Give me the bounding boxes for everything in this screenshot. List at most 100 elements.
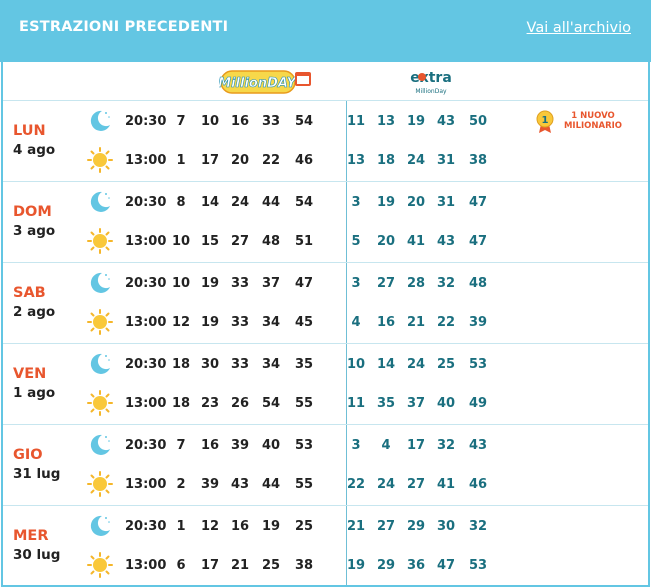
draw-time: 20:30: [125, 114, 167, 129]
extra-logo: extra MillionDay: [410, 70, 452, 95]
millionday-number: 54: [294, 195, 314, 210]
draw-time: 13:00: [125, 396, 167, 411]
extra-number: 27: [376, 519, 396, 534]
day-name: DOM: [13, 204, 52, 220]
millionday-number: 34: [261, 315, 281, 330]
draw-time: 13:00: [125, 153, 167, 168]
day-date: 31 lug: [13, 466, 61, 482]
extra-number: 11: [346, 396, 366, 411]
extra-number: 20: [376, 234, 396, 249]
millionday-number: 33: [230, 276, 250, 291]
extra-number: 39: [468, 315, 488, 330]
moon-icon: [87, 432, 113, 458]
day-block: SAB 2 ago 20:30 10 19 33 37 47 3 27 28 32 48 13:00 12 1…: [3, 262, 648, 344]
extra-number: 22: [436, 315, 456, 330]
day-name: GIO: [13, 447, 43, 463]
millionday-number: 33: [261, 114, 281, 129]
millionday-number: 19: [200, 315, 220, 330]
extra-number: 47: [468, 195, 488, 210]
extra-number: 13: [376, 114, 396, 129]
millionday-number: 12: [171, 315, 191, 330]
extra-number: 30: [436, 519, 456, 534]
millionday-number: 34: [261, 357, 281, 372]
day-block: GIO 31 lug 20:30 7 16 39 40 53 3 4 17 32 43 13:00 2 39 4…: [3, 424, 648, 506]
extra-number: 28: [406, 276, 426, 291]
extra-number: 21: [346, 519, 366, 534]
sun-icon: [87, 228, 113, 254]
extra-number: 43: [436, 114, 456, 129]
draws-table: MillionDAY extra MillionDay LUN 4 ago 20:3…: [1, 62, 650, 587]
millionday-number: 6: [176, 558, 186, 573]
millionday-number: 7: [176, 114, 186, 129]
millionday-number: 20: [230, 153, 250, 168]
extra-number: 22: [346, 477, 366, 492]
extra-number: 41: [406, 234, 426, 249]
svg-text:MillionDay: MillionDay: [415, 88, 447, 95]
extra-number: 11: [346, 114, 366, 129]
extra-number: 47: [468, 234, 488, 249]
day-name: MER: [13, 528, 49, 544]
archive-link[interactable]: Vai all'archivio: [527, 20, 631, 36]
millionday-number: 21: [230, 558, 250, 573]
extra-number: 32: [436, 438, 456, 453]
extra-number: 4: [381, 438, 391, 453]
extra-number: 40: [436, 396, 456, 411]
extra-number: 19: [346, 558, 366, 573]
extra-number: 29: [406, 519, 426, 534]
extra-number: 53: [468, 357, 488, 372]
extra-number: 17: [406, 438, 426, 453]
sun-icon: [87, 309, 113, 335]
sun-icon: [87, 147, 113, 173]
millionday-logo: MillionDAY: [219, 70, 311, 94]
millionday-number: 55: [294, 396, 314, 411]
millionday-number: 12: [200, 519, 220, 534]
millionday-number: 10: [171, 234, 191, 249]
extra-number: 3: [351, 438, 361, 453]
logos-row: MillionDAY extra MillionDay: [3, 62, 648, 100]
svg-text:1: 1: [542, 115, 549, 126]
millionday-number: 33: [230, 357, 250, 372]
widget-header: ESTRAZIONI PRECEDENTI Vai all'archivio: [0, 0, 651, 62]
draw-time: 20:30: [125, 276, 167, 291]
extra-number: 13: [346, 153, 366, 168]
draw-time: 20:30: [125, 519, 167, 534]
millionday-number: 7: [176, 438, 186, 453]
draw-time: 20:30: [125, 438, 167, 453]
millionday-number: 53: [294, 438, 314, 453]
draw-time: 13:00: [125, 477, 167, 492]
millionday-number: 26: [230, 396, 250, 411]
extra-number: 49: [468, 396, 488, 411]
millionday-number: 1: [176, 519, 186, 534]
moon-icon: [87, 189, 113, 215]
badge-text: 1 NUOVO MILIONARIO: [563, 111, 623, 131]
millionday-number: 8: [176, 195, 186, 210]
millionday-number: 15: [200, 234, 220, 249]
draw-time: 20:30: [125, 357, 167, 372]
millionday-number: 33: [230, 315, 250, 330]
millionday-number: 44: [261, 195, 281, 210]
millionday-number: 54: [294, 114, 314, 129]
extra-number: 3: [351, 195, 361, 210]
millionday-number: 47: [294, 276, 314, 291]
extra-number: 36: [406, 558, 426, 573]
extra-number: 24: [406, 153, 426, 168]
extra-number: 5: [351, 234, 361, 249]
extra-number: 27: [376, 276, 396, 291]
millionday-number: 39: [230, 438, 250, 453]
extra-number: 43: [436, 234, 456, 249]
extra-number: 37: [406, 396, 426, 411]
millionday-number: 46: [294, 153, 314, 168]
sun-icon: [87, 471, 113, 497]
millionday-number: 30: [200, 357, 220, 372]
millionday-number: 35: [294, 357, 314, 372]
svg-text:MillionDAY: MillionDAY: [219, 76, 297, 91]
extra-number: 27: [406, 477, 426, 492]
extra-number: 25: [436, 357, 456, 372]
millionday-number: 16: [200, 438, 220, 453]
extra-number: 50: [468, 114, 488, 129]
day-date: 3 ago: [13, 223, 56, 239]
new-millionaire-badge: 1 1 NUOVO MILIONARIO: [536, 110, 636, 136]
extra-number: 29: [376, 558, 396, 573]
extra-number: 47: [436, 558, 456, 573]
millionday-number: 18: [171, 357, 191, 372]
